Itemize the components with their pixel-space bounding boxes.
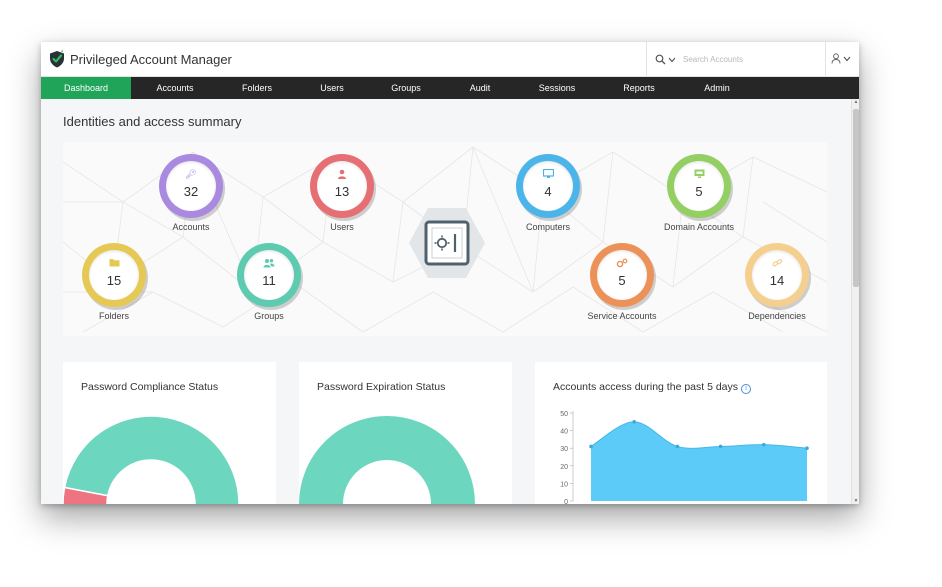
access-data-point[interactable]: [805, 446, 809, 450]
vault-hexagon-icon: [409, 208, 485, 278]
chevron-down-icon[interactable]: [668, 57, 676, 63]
app-window: Privileged Account Manager Search Accoun…: [41, 42, 859, 504]
y-tick-label: 30: [560, 446, 568, 453]
user-icon[interactable]: [831, 53, 841, 64]
stat-dependencies[interactable]: 14 Dependencies: [727, 243, 827, 321]
stat-groups[interactable]: 11 Groups: [219, 243, 319, 321]
user-icon: [310, 169, 374, 181]
expiration-donut-chart: [299, 416, 475, 504]
tab-folders[interactable]: Folders: [219, 77, 295, 99]
search-input[interactable]: Search Accounts: [683, 55, 743, 64]
stat-label-accounts: Accounts: [172, 222, 210, 232]
search-bar[interactable]: Search Accounts: [646, 42, 826, 77]
compliance-donut-chart: [63, 415, 240, 504]
tab-accounts[interactable]: Accounts: [131, 77, 219, 99]
stat-value-folders: 15: [106, 273, 122, 288]
domain-monitor-icon: [667, 169, 731, 181]
dashboard-content: Identities and access summary 🔑︎ 32 Acco…: [41, 99, 851, 504]
tab-sessions[interactable]: Sessions: [517, 77, 597, 99]
access-data-point[interactable]: [632, 420, 636, 424]
stat-value-users: 13: [334, 184, 350, 199]
scroll-down-arrow-icon[interactable]: ▼: [852, 498, 859, 504]
top-bar: Privileged Account Manager Search Accoun…: [41, 42, 859, 77]
tab-reports[interactable]: Reports: [597, 77, 681, 99]
y-tick-label: 10: [560, 481, 568, 488]
y-tick-label: 0: [564, 499, 568, 504]
user-menu[interactable]: [831, 53, 851, 64]
stat-accounts[interactable]: 🔑︎ 32 Accounts: [141, 154, 241, 232]
stat-label-dependencies: Dependencies: [748, 311, 806, 321]
access-area-series[interactable]: [591, 421, 807, 501]
key-icon: 🔑︎: [185, 169, 197, 179]
stat-label-computers: Computers: [525, 222, 570, 232]
summary-panel: 🔑︎ 32 Accounts 13 Users 4 Computers 5 Do…: [63, 142, 827, 336]
y-tick-label: 20: [560, 464, 568, 471]
stat-domain-accounts[interactable]: 5 Domain Accounts: [649, 154, 749, 232]
stat-value-accounts: 32: [183, 184, 199, 199]
tab-dashboard[interactable]: Dashboard: [41, 77, 131, 99]
access-data-point[interactable]: [675, 444, 680, 449]
screenshot-canvas: Privileged Account Manager Search Accoun…: [0, 0, 942, 587]
access-data-point[interactable]: [589, 444, 593, 449]
link-icon: [745, 258, 809, 270]
stat-value-domain-accounts: 5: [695, 184, 703, 199]
stat-label-domain-accounts: Domain Accounts: [663, 222, 735, 232]
access-data-point[interactable]: [718, 444, 723, 449]
card-accounts-access: Accounts access during the past 5 days i …: [535, 362, 827, 504]
gears-icon: [590, 258, 654, 270]
stat-computers[interactable]: 4 Computers: [498, 154, 598, 232]
access-data-point[interactable]: [762, 442, 766, 447]
page-title: Identities and access summary: [63, 114, 242, 129]
stat-label-users: Users: [330, 222, 354, 232]
y-tick-label: 50: [560, 411, 568, 418]
card-password-expiration: Password Expiration Status: [299, 362, 512, 504]
monitor-icon: [516, 168, 580, 181]
tab-admin[interactable]: Admin: [681, 77, 753, 99]
y-tick-label: 40: [560, 429, 568, 436]
stat-value-computers: 4: [544, 184, 552, 199]
stat-service-accounts[interactable]: 5 Service Accounts: [572, 243, 672, 321]
search-icon[interactable]: [655, 54, 666, 65]
scroll-up-arrow-icon[interactable]: ▲: [852, 99, 859, 105]
folder-icon: [82, 258, 146, 269]
stat-value-service-accounts: 5: [618, 273, 626, 288]
tab-groups[interactable]: Groups: [369, 77, 443, 99]
chevron-down-icon[interactable]: [843, 56, 851, 62]
stat-value-groups: 11: [262, 273, 276, 288]
stat-label-folders: Folders: [98, 311, 129, 321]
compliance-slice-0[interactable]: [63, 415, 240, 504]
stat-users[interactable]: 13 Users: [292, 154, 392, 232]
expiration-slice-0[interactable]: [299, 416, 475, 504]
access-area-chart: 0 10 20 30 40 50: [560, 411, 809, 504]
group-icon: [237, 258, 301, 270]
stat-folders[interactable]: 15 Folders: [64, 243, 164, 321]
tab-audit[interactable]: Audit: [443, 77, 517, 99]
main-nav: Dashboard Accounts Folders Users Groups …: [41, 77, 859, 99]
scrollbar-thumb[interactable]: [853, 109, 859, 287]
card-password-compliance: Password Compliance Status: [63, 362, 276, 504]
tab-users[interactable]: Users: [295, 77, 369, 99]
shield-check-logo-icon: [50, 50, 64, 68]
stat-label-groups: Groups: [254, 311, 284, 321]
stat-label-service-accounts: Service Accounts: [587, 311, 657, 321]
app-title: Privileged Account Manager: [70, 51, 232, 67]
vertical-scrollbar[interactable]: ▲ ▼: [851, 99, 859, 504]
brand[interactable]: Privileged Account Manager: [49, 50, 232, 68]
stat-value-dependencies: 14: [769, 273, 785, 288]
